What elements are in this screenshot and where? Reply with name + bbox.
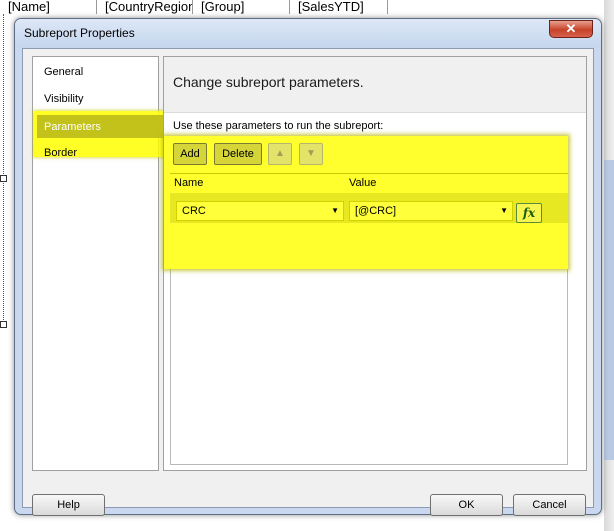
parameters-page: Change subreport parameters. Use these p… <box>163 56 587 471</box>
parameter-name-value: CRC <box>182 205 206 217</box>
dialog-body: General Visibility Parameters Border Cha… <box>22 48 594 516</box>
arrow-up-icon: ▲ <box>275 148 285 159</box>
nav-item-visibility[interactable]: Visibility <box>44 93 84 105</box>
title-bar[interactable]: Subreport Properties ✕ <box>15 19 601 47</box>
function-icon: fx <box>522 206 536 220</box>
move-up-button[interactable]: ▲ <box>268 143 292 165</box>
nav-item-parameters[interactable]: Parameters <box>44 121 101 133</box>
add-button[interactable]: Add <box>173 143 207 165</box>
parameter-value-combo[interactable]: [@CRC] ▼ <box>349 201 513 221</box>
column-header-name: Name <box>174 177 204 189</box>
parameter-name-combo[interactable]: CRC ▼ <box>176 201 344 221</box>
background-scrollbar-thumb[interactable] <box>604 160 614 460</box>
grid-header-separator <box>170 173 568 174</box>
background-selection-border <box>3 14 5 326</box>
background-report-header: [Name] [CountryRegionl [Group] [SalesYTD… <box>0 0 614 14</box>
close-button[interactable]: ✕ <box>549 20 593 38</box>
help-button[interactable]: Help <box>32 494 105 516</box>
chevron-down-icon[interactable]: ▼ <box>331 202 339 220</box>
background-column-salesytd: [SalesYTD] <box>290 0 388 14</box>
page-title: Change subreport parameters. <box>173 74 364 90</box>
resize-handle[interactable] <box>0 175 7 182</box>
move-down-button[interactable]: ▼ <box>299 143 323 165</box>
nav-item-general[interactable]: General <box>44 66 83 78</box>
instruction-text: Use these parameters to run the subrepor… <box>173 120 384 132</box>
dialog-title: Subreport Properties <box>24 26 135 40</box>
resize-handle[interactable] <box>0 321 7 328</box>
expression-button[interactable]: fx <box>516 203 542 223</box>
chevron-down-icon[interactable]: ▼ <box>500 202 508 220</box>
column-header-value: Value <box>349 177 377 189</box>
cancel-button[interactable]: Cancel <box>513 494 586 516</box>
arrow-down-icon: ▼ <box>306 148 316 159</box>
background-column-country: [CountryRegionl <box>97 0 193 14</box>
background-column-name: [Name] <box>0 0 97 14</box>
close-icon: ✕ <box>565 21 577 36</box>
nav-item-border[interactable]: Border <box>44 147 77 159</box>
ok-button[interactable]: OK <box>430 494 503 516</box>
page-header: Change subreport parameters. <box>164 57 586 113</box>
background-column-group: [Group] <box>193 0 290 14</box>
delete-button[interactable]: Delete <box>214 143 262 165</box>
property-nav: General Visibility Parameters Border <box>32 56 167 471</box>
subreport-properties-dialog: Subreport Properties ✕ General Visibilit… <box>14 18 602 516</box>
parameter-value-value: [@CRC] <box>355 205 397 217</box>
